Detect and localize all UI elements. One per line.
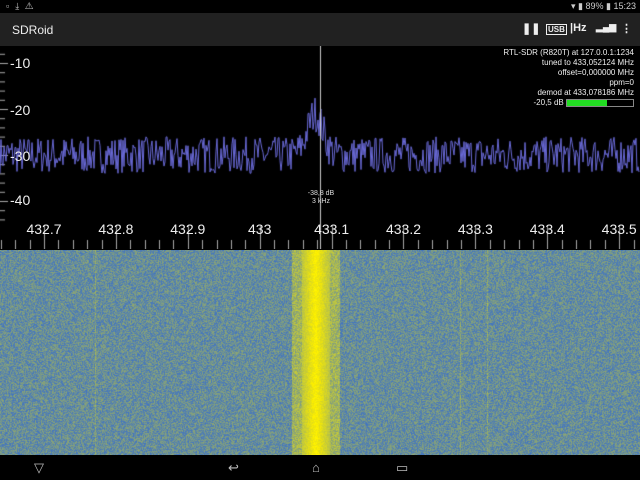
demod-frequency: demod at 433,078186 MHz — [537, 88, 634, 97]
marker-bandwidth: 3 kHz — [312, 198, 330, 205]
spectrum-plot[interactable]: -10 -20 -30 -40 432.7 432.8 432.9 433 433.1 4… — [0, 46, 640, 249]
device-info: RTL-SDR (R820T) at 127.0.0.1:1234 — [503, 48, 634, 57]
signal-meter — [566, 98, 634, 107]
x-tick-label: 433.3 — [457, 221, 493, 237]
x-tick-label: 432.9 — [170, 221, 206, 237]
ppm: ppm=0 — [609, 78, 634, 87]
navigation-bar: ▽ ↩ ⌂ ▭ — [0, 455, 640, 480]
marker-readout: -38,8 dB 3 kHz — [296, 190, 346, 206]
signal-meter-fill — [567, 99, 607, 106]
x-tick-label: 433.4 — [529, 221, 565, 237]
y-tick-label: -30 — [10, 148, 31, 164]
app-title: SDRoid — [12, 23, 54, 37]
waterfall[interactable] — [0, 250, 640, 455]
home-button[interactable]: ⌂ — [312, 460, 320, 475]
pause-button[interactable]: ❚❚ — [522, 22, 540, 35]
x-tick-label: 432.8 — [98, 221, 134, 237]
usb-button[interactable]: USB — [546, 24, 567, 35]
tuned-frequency: tuned to 433,052124 MHz — [541, 58, 634, 67]
receiver-info: RTL-SDR (R820T) at 127.0.0.1:1234 tuned … — [503, 48, 634, 108]
notification-icons: ▫⤓⚠ — [6, 1, 40, 11]
bandwidth-button[interactable]: |Hz — [570, 22, 587, 34]
status-right: ▾ ▮ 89% ▮ 15:23 — [571, 1, 636, 11]
x-tick-label: 433.5 — [601, 221, 637, 237]
recents-button[interactable]: ▭ — [396, 460, 408, 476]
y-tick-label: -20 — [10, 102, 31, 118]
app-toolbar: SDRoid ❚❚ USB |Hz ▂▄▆ ⋮ — [0, 13, 640, 46]
signal-bars-icon[interactable]: ▂▄▆ — [596, 22, 616, 33]
status-bar: ▫⤓⚠ ▾ ▮ 89% ▮ 15:23 — [0, 0, 640, 13]
x-tick-label: 433.1 — [314, 221, 350, 237]
more-vert-icon[interactable]: ⋮ — [621, 22, 632, 35]
back-button[interactable]: ▽ — [34, 460, 44, 476]
battery-level: 89% — [585, 1, 604, 11]
y-tick-label: -10 — [10, 55, 31, 71]
clock: 15:23 — [613, 1, 636, 11]
x-tick-label: 433 — [248, 221, 272, 237]
back-arrow-button[interactable]: ↩ — [228, 460, 239, 476]
offset: offset=0,000000 MHz — [557, 68, 634, 77]
x-tick-label: 432.7 — [26, 221, 62, 237]
y-tick-label: -40 — [10, 192, 31, 208]
signal-level: -20,5 dB — [533, 98, 564, 107]
x-tick-label: 433.2 — [385, 221, 422, 237]
marker-level: -38,8 dB — [307, 190, 335, 197]
